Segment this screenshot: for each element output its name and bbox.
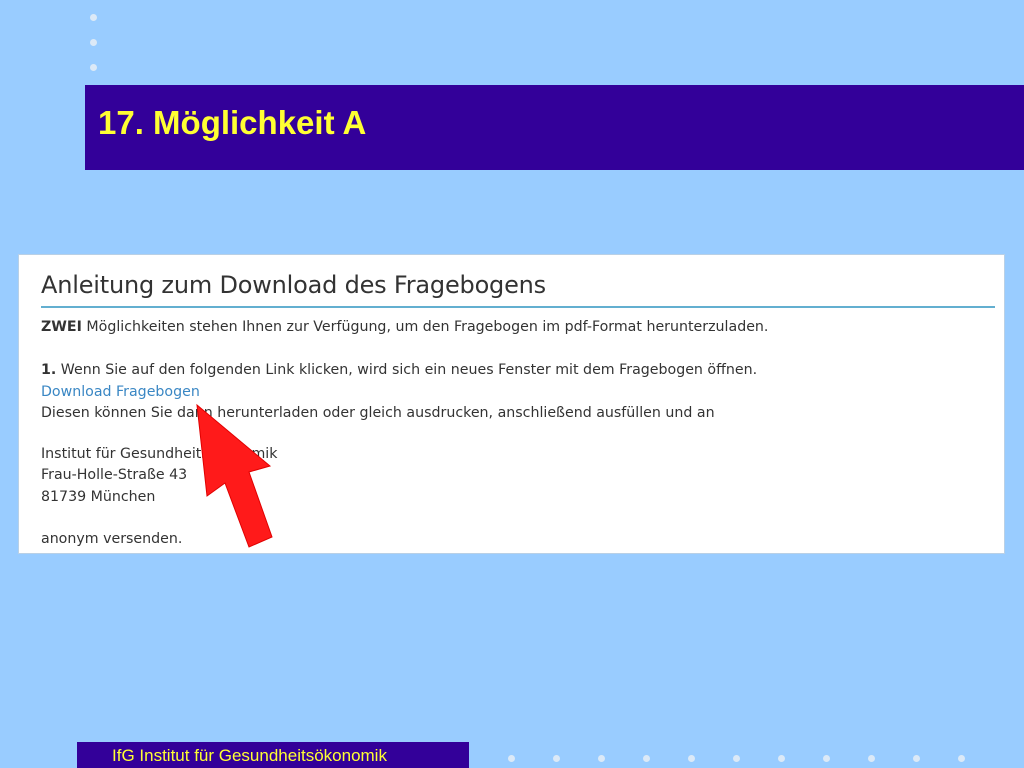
slide-title: 17. Möglichkeit A xyxy=(98,104,367,141)
download-instructions-heading: Anleitung zum Download des Fragebogens xyxy=(41,271,546,299)
address-line-2: Frau-Holle-Straße 43 xyxy=(41,467,188,483)
bullet-dot-icon xyxy=(598,755,605,762)
bullet-dot-icon xyxy=(868,755,875,762)
step1-rest: Wenn Sie auf den folgenden Link klicken,… xyxy=(56,362,758,378)
intro-rest: Möglichkeiten stehen Ihnen zur Verfügung… xyxy=(81,319,769,335)
title-bar: 17. Möglichkeit A xyxy=(85,85,1024,170)
closing-text: anonym versenden. xyxy=(41,531,183,547)
embedded-webpage-screenshot: Anleitung zum Download des Fragebogens Z… xyxy=(19,255,1004,553)
bullet-dot-icon xyxy=(688,755,695,762)
address-line-3: 81739 München xyxy=(41,489,156,505)
step1-after-text: Diesen können Sie dann herunterladen ode… xyxy=(41,405,715,421)
bullet-dot-icon xyxy=(90,64,97,71)
footer-bar: IfG Institut für Gesundheitsökonomik xyxy=(77,742,469,768)
heading-divider xyxy=(41,306,995,308)
bullet-dot-icon xyxy=(913,755,920,762)
bullet-dot-icon xyxy=(643,755,650,762)
bullet-dot-icon xyxy=(508,755,515,762)
step1-text: 1. Wenn Sie auf den folgenden Link klick… xyxy=(41,362,757,378)
intro-bold: ZWEI xyxy=(41,319,82,335)
intro-text: ZWEI Möglichkeiten stehen Ihnen zur Verf… xyxy=(41,319,768,335)
download-link-line: Download Fragebogen xyxy=(41,384,200,400)
footer-institute-name: IfG Institut für Gesundheitsökonomik xyxy=(112,746,387,765)
arrow-up-left-icon xyxy=(196,403,273,548)
bullet-dot-icon xyxy=(553,755,560,762)
bullet-dot-icon xyxy=(778,755,785,762)
bullet-dot-icon xyxy=(733,755,740,762)
step1-bold: 1. xyxy=(41,362,57,378)
bullet-dot-icon xyxy=(958,755,965,762)
bullet-dot-icon xyxy=(90,14,97,21)
bullet-dot-icon xyxy=(823,755,830,762)
bullet-dot-icon xyxy=(90,39,97,46)
download-fragebogen-link[interactable]: Download Fragebogen xyxy=(41,384,200,400)
